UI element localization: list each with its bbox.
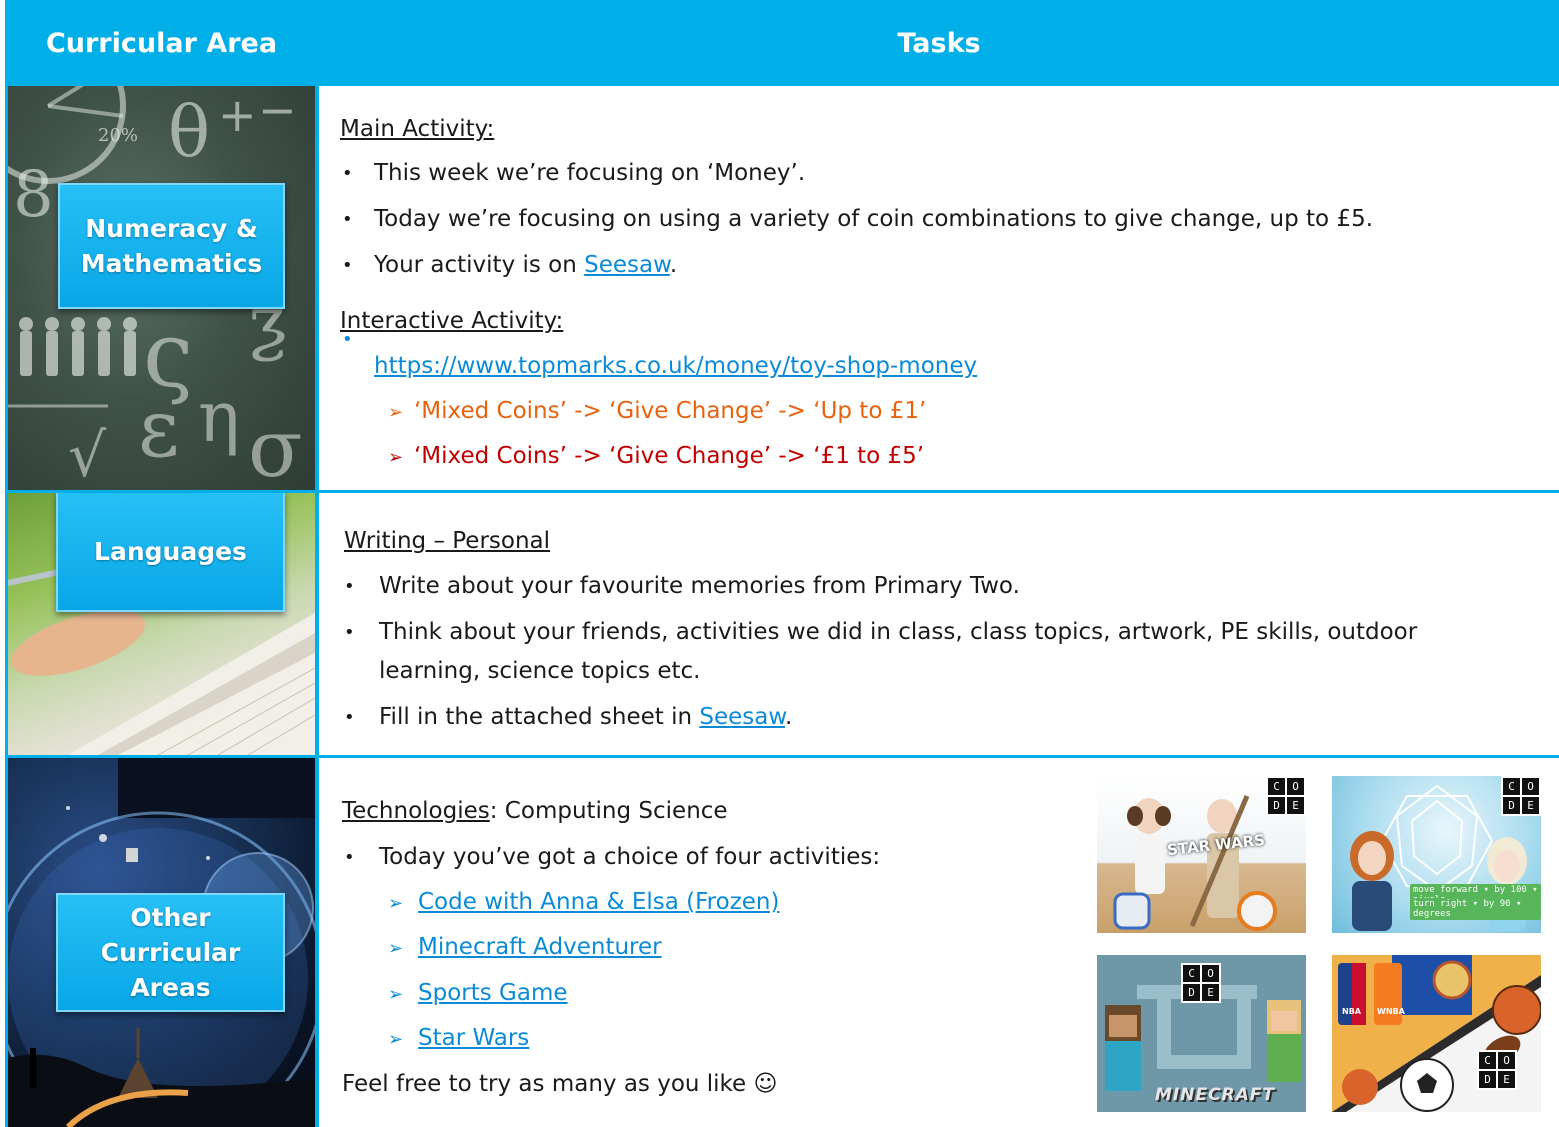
code-letter: C [1479, 1052, 1496, 1069]
other-areas-label: Other Curricular Areas [56, 893, 285, 1012]
topmarks-link[interactable]: https://www.topmarks.co.uk/money/toy-sho… [374, 353, 977, 379]
column-divider [315, 0, 319, 1127]
svg-text:−: − [258, 86, 297, 137]
code-letter: D [1479, 1071, 1496, 1088]
svg-text:20%: 20% [98, 125, 138, 146]
interactive-activity-heading: Interactive Activity: [340, 308, 564, 334]
bullet: • [344, 576, 355, 597]
arrow-bullet-icon: ➢ [388, 447, 404, 468]
numeracy-bullet-3: Your activity is on Seesaw. [374, 252, 677, 278]
other-label-line2: Curricular [100, 938, 241, 967]
svg-text:√: √ [68, 421, 107, 490]
code-letter: O [1287, 778, 1304, 795]
other-label-line1: Other [130, 903, 211, 932]
bullet: • [342, 163, 353, 184]
code-letter: C [1268, 778, 1285, 795]
code-letter: O [1522, 778, 1539, 795]
arrow-bullet-icon: ➢ [388, 938, 404, 959]
numeracy-chalkboard-image: 20% θ + − 8 ƺ ς ε η σ √ Numeracy & Mathe… [8, 86, 315, 490]
seesaw-suffix: . [669, 252, 678, 278]
writing-heading: Writing – Personal [344, 528, 551, 554]
numeracy-area-label: Numeracy & Mathematics [58, 183, 285, 309]
code-block-turn: turn right ▾ by 90 ▾ degrees [1410, 898, 1541, 920]
code-letter: O [1498, 1052, 1515, 1069]
sports-game-link[interactable]: Sports Game [418, 980, 568, 1006]
svg-text:σ: σ [248, 402, 303, 490]
star-wars-thumbnail[interactable]: STAR WARS CO DE [1097, 776, 1306, 933]
minecraft-link[interactable]: Minecraft Adventurer [418, 934, 662, 960]
seesaw-prefix: Your activity is on [374, 252, 585, 278]
languages-bullet-2-line2: learning, science topics etc. [379, 658, 701, 684]
seesaw-link[interactable]: Seesaw [584, 252, 670, 278]
arrow-bullet-icon: ➢ [388, 1029, 404, 1050]
code-letter: E [1522, 797, 1539, 814]
svg-text:ε: ε [138, 382, 179, 475]
numeracy-label-line1: Numeracy & [85, 214, 258, 243]
code-org-badge: CO DE [1477, 1050, 1517, 1090]
languages-writing-image: Languages [8, 493, 315, 755]
svg-text:8: 8 [13, 158, 54, 232]
code-letter: E [1287, 797, 1304, 814]
other-areas-space-image: Other Curricular Areas [8, 758, 315, 1127]
frozen-thumbnail[interactable]: move forward ▾ by 100 ▾ pixels turn righ… [1332, 776, 1541, 933]
svg-text:+: + [218, 88, 257, 142]
code-org-badge: CO DE [1501, 776, 1541, 816]
numeracy-bullet-1: This week we’re focusing on ‘Money’. [374, 160, 806, 186]
code-letter: E [1202, 984, 1219, 1001]
arrow-bullet-icon: ➢ [388, 402, 404, 423]
arrow-bullet-icon: ➢ [388, 893, 404, 914]
seesaw-link[interactable]: Seesaw [699, 704, 785, 730]
bullet: • [344, 622, 355, 643]
languages-bullet-3: Fill in the attached sheet in Seesaw. [379, 704, 792, 730]
wnba-logo: WNBA [1377, 1007, 1405, 1016]
code-letter: C [1503, 778, 1520, 795]
fill-sheet-prefix: Fill in the attached sheet in [379, 704, 700, 730]
arrow-bullet-icon: ➢ [388, 984, 404, 1005]
minecraft-logo: MINECRAFT [1155, 1085, 1276, 1105]
try-many-note: Feel free to try as many as you like ☺ [342, 1071, 778, 1097]
code-org-badge: CO DE [1181, 963, 1221, 1003]
code-letter: D [1268, 797, 1285, 814]
frozen-link[interactable]: Code with Anna & Elsa (Frozen) [418, 889, 779, 915]
numeracy-label-line2: Mathematics [80, 249, 263, 278]
sub-item-1-to-5: ‘Mixed Coins’ -> ‘Give Change’ -> ‘£1 to… [414, 443, 925, 469]
other-label-line3: Areas [130, 973, 211, 1002]
header-curricular-area: Curricular Area [8, 0, 315, 86]
code-letter: E [1498, 1071, 1515, 1088]
code-letter: C [1183, 965, 1200, 982]
header-tasks: Tasks [319, 0, 1559, 86]
other-bullet-choice: Today you’ve got a choice of four activi… [379, 844, 881, 870]
bullet: • [342, 209, 353, 230]
technologies-label: Technologies [342, 798, 490, 824]
bullet: • [342, 255, 353, 276]
star-wars-link[interactable]: Star Wars [418, 1025, 529, 1051]
languages-bullet-1: Write about your favourite memories from… [379, 573, 1020, 599]
languages-bullet-2-line1: Think about your friends, activities we … [379, 619, 1418, 645]
main-activity-heading: Main Activity: [340, 116, 495, 142]
minecraft-thumbnail[interactable]: MINECRAFT CO DE [1097, 955, 1306, 1112]
technologies-heading: Technologies: Computing Science [342, 798, 728, 824]
computing-science-label: : Computing Science [489, 798, 728, 824]
code-letter: D [1183, 984, 1200, 1001]
code-org-badge: CO DE [1266, 776, 1306, 816]
svg-text:θ: θ [168, 91, 210, 173]
sub-item-up-to-1: ‘Mixed Coins’ -> ‘Give Change’ -> ‘Up to… [414, 398, 927, 424]
fill-sheet-suffix: . [785, 704, 793, 730]
code-letter: O [1202, 965, 1219, 982]
numeracy-bullet-2: Today we’re focusing on using a variety … [374, 206, 1374, 232]
code-letter: D [1503, 797, 1520, 814]
svg-text:η: η [198, 376, 240, 458]
languages-area-label: Languages [56, 493, 285, 612]
sports-game-thumbnail[interactable]: NBA WNBA CO DE [1332, 955, 1541, 1112]
bullet: • [344, 707, 355, 728]
nba-logo: NBA [1342, 1007, 1361, 1016]
bullet: • [342, 329, 353, 350]
bullet: • [344, 847, 355, 868]
